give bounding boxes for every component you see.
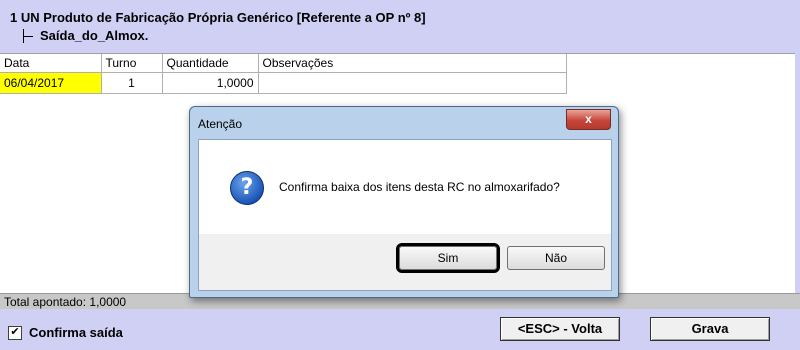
confirm-exit-checkbox[interactable]: ✔: [8, 325, 22, 340]
save-button[interactable]: Grava: [650, 317, 770, 341]
form-title: 1 UN Produto de Fabricação Própria Genér…: [10, 10, 426, 25]
cell-observacoes[interactable]: [258, 72, 567, 94]
confirm-dialog: Atenção x ? Confirma baixa dos itens des…: [189, 106, 619, 298]
tree-subitem-label: Saída_do_Almox.: [40, 28, 149, 43]
column-header-turno[interactable]: Turno: [101, 54, 163, 73]
column-header-observacoes[interactable]: Observações: [258, 54, 567, 73]
cell-turno[interactable]: 1: [101, 72, 163, 94]
column-header-quantidade[interactable]: Quantidade: [162, 54, 259, 73]
dialog-body: ? Confirma baixa dos itens desta RC no a…: [198, 139, 612, 291]
column-header-data[interactable]: Data: [0, 54, 102, 73]
back-button[interactable]: <ESC> - Volta: [500, 317, 620, 341]
cell-quantidade[interactable]: 1,0000: [162, 72, 259, 94]
tree-branch-icon: [20, 28, 34, 43]
grid-header-row: Data Turno Quantidade Observações: [0, 54, 567, 73]
dialog-title: Atenção: [198, 117, 243, 131]
question-icon: ?: [230, 171, 264, 205]
yes-button[interactable]: Sim: [396, 243, 500, 273]
cell-data[interactable]: 06/04/2017: [0, 72, 102, 94]
footer-bar: ✔ Confirma saída <ESC> - Volta Grava: [0, 310, 800, 350]
dialog-message: Confirma baixa dos itens desta RC no alm…: [279, 180, 560, 194]
confirm-exit-checkbox-wrap[interactable]: ✔ Confirma saída: [8, 325, 123, 340]
tree-subitem: Saída_do_Almox.: [20, 28, 148, 43]
close-icon[interactable]: x: [566, 109, 611, 130]
table-row[interactable]: 06/04/2017 1 1,0000: [0, 72, 567, 94]
confirm-exit-label[interactable]: Confirma saída: [29, 325, 123, 340]
no-button[interactable]: Não: [507, 246, 605, 270]
dialog-message-area: ? Confirma baixa dos itens desta RC no a…: [199, 140, 611, 234]
